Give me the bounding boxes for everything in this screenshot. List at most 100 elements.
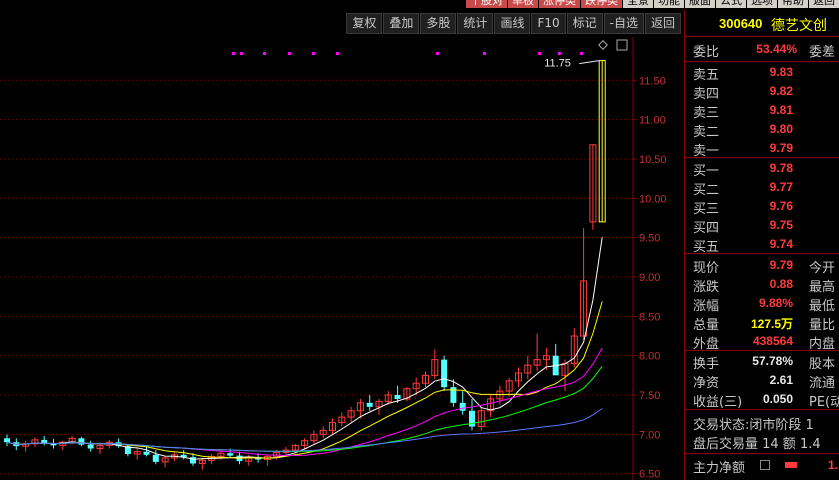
stats-value: 9.79 xyxy=(769,258,793,272)
toolbar-button-2[interactable]: 多股 xyxy=(420,13,457,34)
fund-label: 换手 xyxy=(693,357,720,372)
top-tab-8[interactable]: 选项 xyxy=(747,0,777,8)
stats-label: 涨跌 xyxy=(693,280,720,295)
wei-bi-row: 委比 53.44% 委差 xyxy=(685,40,839,60)
asks-label: 卖二 xyxy=(693,125,720,140)
quote-panel: 300640 德艺文创 委比 53.44% 委差 卖五 9.83 卖四 9.82 卖三 9… xyxy=(684,10,839,480)
asks-label: 卖三 xyxy=(693,106,720,121)
bids-label: 买二 xyxy=(693,183,720,198)
asks-value: 9.80 xyxy=(769,122,793,136)
fund-right-label: 股本 xyxy=(809,357,836,372)
top-tab-4[interactable]: 全景 xyxy=(623,0,653,8)
asks-value: 9.83 xyxy=(769,65,793,79)
stats-value: 0.88 xyxy=(769,277,793,291)
event-marker xyxy=(436,52,439,55)
top-tab-9[interactable]: 帮助 xyxy=(778,0,808,8)
bids-value: 9.78 xyxy=(769,161,793,175)
y-tick-label: 8.00 xyxy=(639,351,660,363)
main-net-label: 主力净额 xyxy=(693,461,746,476)
list-icon[interactable] xyxy=(760,460,770,470)
toolbar-button-8[interactable]: 返回 xyxy=(644,13,681,34)
candle-body xyxy=(441,359,448,388)
candle-body xyxy=(459,402,466,411)
bids-label: 买四 xyxy=(693,221,720,236)
bids-label: 买一 xyxy=(693,164,720,179)
top-tab-0[interactable]: 个股对 xyxy=(466,0,507,8)
toolbar-button-6[interactable]: 标记 xyxy=(566,13,603,34)
top-tab-1[interactable]: 单板 xyxy=(508,0,538,8)
top-tab-10[interactable]: 返回 xyxy=(809,0,839,8)
event-marker xyxy=(538,52,541,55)
toolbar-button-1[interactable]: 叠加 xyxy=(383,13,420,34)
top-menu-bar: 个股对 单板 涨停类 跌停类 全景 功能 版面 公式 选项 帮助 返回 xyxy=(0,0,839,9)
event-marker xyxy=(336,52,339,55)
candle-body xyxy=(78,438,85,445)
candle-body xyxy=(394,395,401,399)
bids-value: 9.76 xyxy=(769,199,793,213)
event-marker xyxy=(580,52,583,55)
wei-bi-value: 53.44% xyxy=(756,42,797,56)
top-tab-3[interactable]: 跌停类 xyxy=(581,0,622,8)
top-tab-7[interactable]: 公式 xyxy=(716,0,746,8)
bids-value: 9.74 xyxy=(769,237,793,251)
toolbar-button-5[interactable]: F10 xyxy=(531,13,566,34)
top-tab-6[interactable]: 版面 xyxy=(685,0,715,8)
bids-label: 买三 xyxy=(693,202,720,217)
stock-code: 300640 xyxy=(719,16,763,31)
stats-row: 涨跌 0.88 最高 xyxy=(685,275,839,295)
trade-status-row: 交易状态:闭市阶段 1 xyxy=(685,413,839,433)
bids-row: 买四 9.75 xyxy=(685,216,839,236)
top-tab-5[interactable]: 功能 xyxy=(654,0,684,8)
divider xyxy=(685,253,839,254)
bids-row: 买二 9.77 xyxy=(685,178,839,198)
bids-row: 买三 9.76 xyxy=(685,197,839,217)
candle-body xyxy=(366,402,373,407)
toolbar-button-7[interactable]: -自选 xyxy=(603,13,644,34)
diamond-icon xyxy=(598,40,608,50)
divider xyxy=(685,350,839,351)
fund-row: 换手 57.78% 股本 xyxy=(685,352,839,372)
fund-value: 0.050 xyxy=(762,392,793,406)
kline-chart[interactable]: 11.50 11.00 10.50 10.00 9.50 9.00 8.50 8.00 7.50… xyxy=(0,37,683,480)
stock-header: 300640 德艺文创 xyxy=(685,10,839,37)
stats-label: 总量 xyxy=(693,318,720,333)
candle-body xyxy=(143,451,150,455)
event-marker xyxy=(558,52,561,55)
asks-row: 卖一 9.79 xyxy=(685,139,839,159)
chart-toolbar: 复权 叠加 多股 统计 画线 F10 标记 -自选 返回 xyxy=(0,10,683,36)
asks-row: 卖二 9.80 xyxy=(685,120,839,140)
fund-value: 2.61 xyxy=(769,373,793,387)
moving-average-ma5 xyxy=(6,237,603,460)
candle-body xyxy=(152,454,159,462)
event-marker xyxy=(483,52,486,55)
divider xyxy=(685,61,839,62)
y-tick-label: 11.00 xyxy=(639,115,666,127)
stats-row: 涨幅 9.88% 最低 xyxy=(685,294,839,314)
y-tick-label: 8.50 xyxy=(639,311,660,323)
asks-value: 9.79 xyxy=(769,141,793,155)
candle-body xyxy=(87,444,94,449)
toolbar-button-3[interactable]: 统计 xyxy=(457,13,494,34)
fund-label: 收益(三) xyxy=(693,395,743,410)
asks-label: 卖五 xyxy=(693,68,720,83)
top-tab-2[interactable]: 涨停类 xyxy=(539,0,580,8)
divider xyxy=(685,157,839,158)
event-marker xyxy=(232,52,235,55)
toolbar-button-4[interactable]: 画线 xyxy=(494,13,531,34)
panel-toggle-icon xyxy=(616,39,628,51)
y-tick-label: 11.50 xyxy=(639,75,666,87)
divider xyxy=(685,453,839,454)
fund-right-label: PE(动 xyxy=(809,395,839,410)
stock-name: 德艺文创 xyxy=(771,18,827,34)
y-tick-label: 9.50 xyxy=(639,233,660,245)
main-net-bar xyxy=(785,462,797,468)
bids-value: 9.77 xyxy=(769,180,793,194)
asks-row: 卖五 9.83 xyxy=(685,63,839,83)
after-hours-row: 盘后交易量 14 额 1.4 xyxy=(685,432,839,452)
after-hours: 盘后交易量 14 额 1.4 xyxy=(693,437,821,452)
bids-row: 买五 9.74 xyxy=(685,235,839,255)
toolbar-button-0[interactable]: 复权 xyxy=(346,13,383,34)
event-marker xyxy=(288,52,291,55)
event-marker xyxy=(312,52,315,55)
fund-label: 净资 xyxy=(693,376,720,391)
